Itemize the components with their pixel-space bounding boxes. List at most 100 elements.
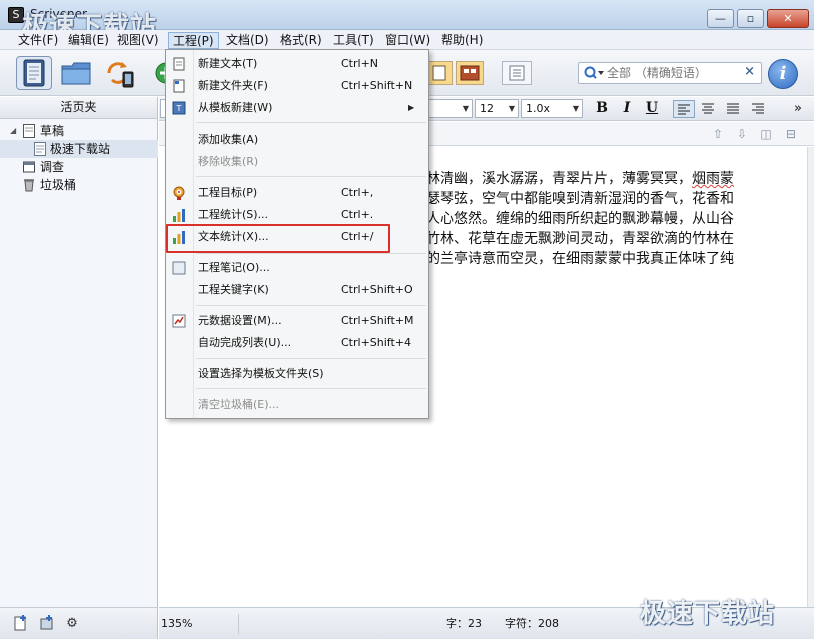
more-format-button[interactable]: »: [787, 99, 809, 118]
binder-header: 活页夹: [0, 97, 158, 119]
layout-scrivenings-button[interactable]: [425, 61, 453, 85]
binder-item-trash[interactable]: 垃圾桶: [0, 176, 158, 194]
collections-button[interactable]: [58, 56, 94, 90]
bar-chart-icon: [173, 209, 185, 222]
menu-item-new-folder[interactable]: 新建文件夹(F) Ctrl+Shift+N: [166, 76, 428, 96]
align-left-button[interactable]: [673, 100, 695, 118]
chevron-down-icon: ▼: [462, 104, 469, 113]
binder-toggle-button[interactable]: [16, 56, 52, 90]
target-icon: [173, 186, 185, 200]
menu-item-metadata-settings[interactable]: 元数据设置(M)... Ctrl+Shift+M: [166, 311, 428, 331]
editor-line: 人心悠然。缠绵的细雨所织起的飘渺幕幔，从山谷: [426, 211, 734, 227]
menu-format[interactable]: 格式(R): [276, 32, 326, 49]
align-center-button[interactable]: [698, 100, 720, 118]
sync-button[interactable]: [101, 56, 137, 90]
add-folder-icon[interactable]: [38, 615, 56, 633]
gear-icon[interactable]: ⚙: [63, 615, 81, 633]
corkboard-icon: [460, 65, 480, 81]
split-horizontal-icon[interactable]: ⊟: [784, 127, 798, 141]
binder-footer: ⚙: [0, 607, 158, 639]
inspector-button[interactable]: i: [768, 59, 798, 89]
underline-button[interactable]: U: [641, 99, 663, 118]
menu-tools[interactable]: 工具(T): [329, 32, 378, 49]
arrow-down-icon[interactable]: ⇩: [735, 127, 749, 141]
close-button[interactable]: ✕: [767, 9, 809, 28]
binder: ◢ 草稿 极速下载站 调查 垃圾桶: [0, 119, 158, 607]
minimize-button[interactable]: —: [707, 9, 734, 28]
folder-icon: [61, 62, 91, 85]
menu-item-new-text[interactable]: 新建文本(T) Ctrl+N: [166, 54, 428, 74]
svg-text:T: T: [176, 104, 182, 113]
trash-icon: [24, 179, 34, 192]
font-size-select[interactable]: 12 ▼: [475, 99, 519, 118]
binder-item-draft[interactable]: ◢ 草稿: [0, 122, 158, 140]
menu-item-new-from-template[interactable]: T 从模板新建(W) ▶: [166, 98, 428, 118]
menu-project[interactable]: 工程(P): [168, 32, 219, 49]
menu-document[interactable]: 文档(D): [222, 32, 273, 49]
watermark-bottom: 极速下载站: [640, 599, 776, 629]
binder-item-label: 极速下载站: [50, 142, 111, 156]
align-right-button[interactable]: [748, 100, 770, 118]
new-text-icon: [173, 57, 185, 71]
split-vertical-icon[interactable]: ◫: [759, 127, 773, 141]
font-style-select[interactable]: ▼: [427, 99, 473, 118]
binder-item-label: 垃圾桶: [40, 178, 77, 192]
bold-button[interactable]: B: [591, 99, 613, 118]
page-layout-icon: [432, 65, 446, 81]
template-icon: T: [172, 101, 186, 115]
zoom-level[interactable]: 135%: [159, 614, 239, 634]
document-icon: [34, 142, 46, 156]
italic-button[interactable]: I: [616, 99, 638, 118]
research-folder-icon: [23, 161, 35, 173]
binder-item-document[interactable]: 极速下载站: [0, 140, 158, 158]
menu-item-auto-complete-list[interactable]: 自动完成列表(U)... Ctrl+Shift+4: [166, 333, 428, 353]
menu-view[interactable]: 视图(V): [113, 32, 163, 49]
font-size-value: 12: [480, 102, 494, 115]
menu-item-remove-collection: 移除收集(R): [198, 155, 259, 168]
editor-line: 林清幽，溪水潺潺，青翠片片，薄雾冥冥，烟雨蒙: [426, 171, 734, 187]
collapse-triangle-icon[interactable]: ◢: [10, 122, 16, 140]
menu-item-set-template-folder[interactable]: 设置选择为模板文件夹(S): [166, 364, 428, 384]
line-spacing-value: 1.0x: [526, 102, 551, 115]
editor-line: 的兰亭诗意而空灵，在细雨蒙蒙中我真正体味了纯: [426, 251, 734, 267]
word-count: 字：23: [446, 617, 482, 630]
layout-corkboard-button[interactable]: [456, 61, 484, 85]
chevron-down-icon: ▼: [508, 104, 515, 113]
menu-item-add-collection[interactable]: 添加收集(A): [166, 130, 428, 150]
align-center-icon: [702, 103, 714, 114]
menu-edit[interactable]: 编辑(E): [64, 32, 113, 49]
menu-item-project-statistics[interactable]: 工程统计(S)... Ctrl+.: [166, 205, 428, 225]
draft-folder-icon: [23, 124, 35, 138]
editor-line: 竹林、花草在虚无飘渺间灵动，青翠欲滴的竹林在: [426, 231, 734, 247]
add-document-icon[interactable]: [12, 615, 30, 633]
line-spacing-select[interactable]: 1.0x ▼: [521, 99, 583, 118]
menu-item-project-targets[interactable]: 工程目标(P) Ctrl+,: [166, 183, 428, 203]
editor-scrollbar[interactable]: [807, 147, 814, 607]
sync-icon: [107, 62, 134, 88]
binder-icon: [23, 59, 45, 87]
menu-window[interactable]: 窗口(W): [381, 32, 434, 49]
menu-file[interactable]: 文件(F): [14, 32, 62, 49]
search-box[interactable]: ×: [578, 62, 762, 84]
maximize-button[interactable]: ▫: [737, 9, 764, 28]
outliner-view-button[interactable]: [502, 61, 532, 85]
search-icon[interactable]: [583, 65, 605, 81]
menu-bar: 文件(F) 编辑(E) 视图(V) 工程(P) 文档(D) 格式(R) 工具(T…: [0, 30, 814, 50]
menu-help[interactable]: 帮助(H): [437, 32, 487, 49]
align-right-icon: [752, 103, 764, 114]
editor-line: 瑟琴弦，空气中都能嗅到清新湿润的香气，花香和: [426, 191, 734, 207]
menu-item-project-keywords[interactable]: 工程关键字(K) Ctrl+Shift+O: [166, 280, 428, 300]
highlight-box: [166, 224, 390, 253]
arrow-up-icon[interactable]: ⇧: [711, 127, 725, 141]
binder-item-label: 调查: [40, 160, 65, 174]
align-justify-button[interactable]: [723, 100, 745, 118]
menu-item-empty-trash: 清空垃圾桶(E)...: [198, 398, 280, 411]
clear-search-icon[interactable]: ×: [744, 64, 755, 79]
align-justify-icon: [727, 103, 739, 114]
metadata-icon: [172, 314, 186, 328]
title-bar: S Scrivener 极速下载站 — ▫ ✕: [0, 0, 814, 42]
notes-icon: [172, 261, 186, 275]
binder-item-research[interactable]: 调查: [0, 158, 158, 176]
search-input[interactable]: [607, 65, 743, 81]
menu-item-project-notes[interactable]: 工程笔记(O)...: [166, 258, 428, 278]
